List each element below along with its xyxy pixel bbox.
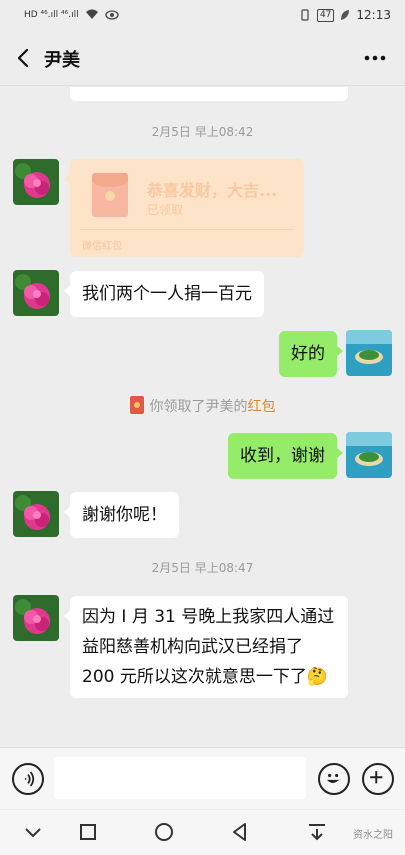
leaf-icon <box>341 10 350 20</box>
message-text: 我们两个一人捐一百元 <box>82 284 252 304</box>
message-text: 謝谢你呢！ <box>82 505 167 525</box>
divider <box>80 229 294 230</box>
recent-apps-icon[interactable] <box>77 821 99 843</box>
chat-header: 尹美 <box>0 30 405 86</box>
flower-avatar-image <box>13 159 59 205</box>
voice-icon[interactable] <box>12 763 44 795</box>
message-text: 因为 I 月 31 号晚上我家四人通过益阳慈善机构向武汉已经捐了 200 元所以… <box>82 607 335 687</box>
avatar[interactable] <box>13 270 59 316</box>
system-nav-bar: 资水之阳 <box>0 810 405 855</box>
incoming-message[interactable]: 謝谢你呢！ <box>64 492 179 538</box>
flower-avatar-image <box>13 595 59 641</box>
timestamp: 2月5日 早上08:47 <box>151 561 254 575</box>
signal-indicators: HD ⁴⁶.ıll ⁴⁶.ıll <box>24 9 119 20</box>
chat-title: 尹美 <box>44 50 80 71</box>
flower-avatar-image <box>13 491 59 537</box>
red-packet-status: 已领取 <box>147 203 184 217</box>
message-list[interactable]: 2月5日 早上08:42 恭喜发财，大吉... 已领取 微信红包 我们两个一人捐… <box>0 87 405 747</box>
vibrate-icon <box>301 9 309 21</box>
avatar[interactable] <box>13 159 59 205</box>
avatar[interactable] <box>13 491 59 537</box>
home-icon[interactable] <box>153 821 175 843</box>
avatar[interactable] <box>13 595 59 641</box>
outgoing-message[interactable]: 收到，谢谢 <box>228 433 343 479</box>
red-packet-card[interactable]: 恭喜发财，大吉... 已领取 微信红包 <box>64 159 304 257</box>
timestamp: 2月5日 早上08:42 <box>151 125 254 139</box>
island-avatar-image <box>346 432 392 478</box>
status-bar: HD ⁴⁶.ıll ⁴⁶.ıll 47 12:13 <box>0 0 405 30</box>
clock: 12:13 <box>356 8 391 22</box>
incoming-message[interactable]: 我们两个一人捐一百元 <box>64 271 264 317</box>
red-packet-icon <box>129 396 144 414</box>
eye-icon <box>104 9 119 20</box>
plus-icon[interactable] <box>362 763 394 795</box>
system-notice: 你领取了尹美的红包 <box>0 396 405 416</box>
red-packet-icon <box>92 173 128 217</box>
partial-message-bubble <box>70 87 348 101</box>
watermark: 资水之阳 <box>353 830 393 841</box>
island-avatar-image <box>346 330 392 376</box>
red-packet-link[interactable]: 红包 <box>248 399 276 415</box>
flower-avatar-image <box>13 270 59 316</box>
notification-pull-icon[interactable] <box>306 821 328 843</box>
incoming-message[interactable]: 因为 I 月 31 号晚上我家四人通过益阳慈善机构向武汉已经捐了 200 元所以… <box>64 596 348 698</box>
wifi-icon <box>85 9 98 19</box>
chevron-down-icon[interactable] <box>22 821 44 843</box>
status-left-text: HD ⁴⁶.ıll ⁴⁶.ıll <box>24 9 79 20</box>
emoji-icon[interactable] <box>318 763 350 795</box>
battery-level: 47 <box>316 8 335 22</box>
avatar[interactable] <box>346 432 392 478</box>
input-bar <box>0 747 405 809</box>
red-packet-title: 恭喜发财，大吉... <box>147 181 278 200</box>
back-triangle-icon[interactable] <box>229 821 251 843</box>
chevron-left-icon[interactable] <box>10 44 38 72</box>
outgoing-message[interactable]: 好的 <box>279 331 343 377</box>
avatar[interactable] <box>346 330 392 376</box>
red-packet-footer: 微信红包 <box>82 241 122 252</box>
message-text: 收到，谢谢 <box>240 446 325 466</box>
status-right: 47 12:13 <box>299 8 391 22</box>
system-notice-text: 你领取了尹美的 <box>149 399 248 415</box>
ellipsis-icon[interactable] <box>361 44 389 72</box>
message-input[interactable] <box>54 757 306 799</box>
message-text: 好的 <box>291 344 325 364</box>
